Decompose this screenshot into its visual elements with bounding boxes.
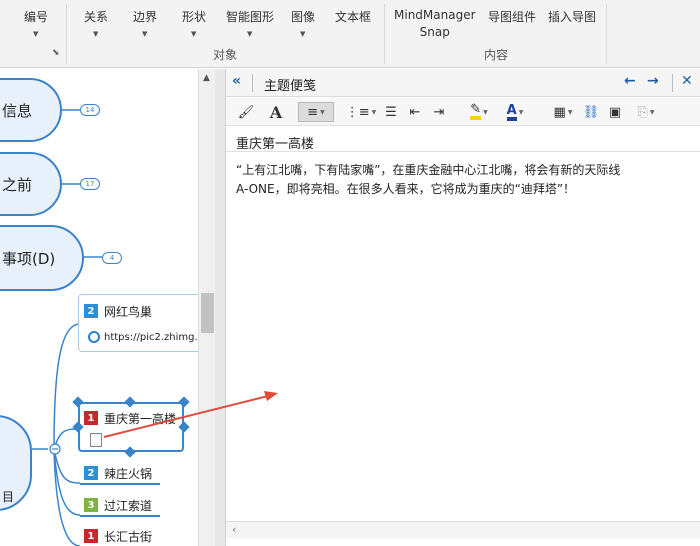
font-color-icon[interactable]: A ▼ [500, 102, 530, 122]
map-parts-button[interactable]: 导图组件 [488, 8, 536, 25]
map-topic-before[interactable]: 之前 [0, 152, 62, 216]
next-note-icon[interactable]: → [647, 73, 659, 89]
insert-image-icon[interactable]: ▣ [606, 102, 624, 122]
numbering-button[interactable]: 编号 ▼ [24, 8, 48, 38]
note-title[interactable]: 重庆第一高楼 [236, 133, 314, 152]
group-launcher-icon[interactable]: ⬊ [52, 48, 60, 58]
scroll-up-icon[interactable]: ▲ [203, 73, 210, 83]
previous-note-icon[interactable]: ← [624, 73, 636, 89]
priority-2-icon: 2 [84, 466, 98, 480]
note-body[interactable]: “上有江北嘴，下有陆家嘴”，在重庆金融中心江北嘴，将会有新的天际线 A-ONE，… [236, 161, 691, 199]
align-dropdown[interactable]: ≡ ▼ [298, 102, 334, 122]
note-line: A-ONE，即将亮相。在很多人看来，它将成为重庆的“迪拜塔”！ [236, 182, 576, 196]
priority-1-icon: 1 [84, 411, 98, 425]
count-badge[interactable]: 14 [80, 104, 100, 116]
relation-button[interactable]: 关系 ▼ [84, 8, 108, 38]
topic-hyperlink[interactable]: https://pic2.zhimg.c [88, 327, 198, 347]
mindmanager-snap-button[interactable]: MindManager Snap [394, 8, 476, 39]
shape-button[interactable]: 形状 ▼ [182, 8, 206, 38]
count-badge[interactable]: 4 [102, 252, 122, 264]
topic-chongqing-tallest[interactable]: 1 重庆第一高楼 [84, 408, 176, 428]
ribbon: 编号 ▼ ⬊ 关系 ▼ 边界 ▼ 形状 ▼ 智能图形 ▼ 图像 ▼ 文本框 对象 MindM… [0, 0, 700, 68]
topic-wanghong-niaochao[interactable]: 2 网红鸟巢 [84, 301, 152, 321]
scrollbar-thumb[interactable] [201, 293, 214, 333]
panel-splitter[interactable] [215, 69, 225, 546]
topic-hotpot[interactable]: 2 辣庄火锅 [84, 463, 152, 483]
close-panel-icon[interactable]: ✕ [681, 73, 693, 89]
numbered-list-icon[interactable]: ⋮≡ ▼ [346, 102, 377, 122]
note-icon[interactable] [90, 433, 102, 447]
canvas-vertical-scrollbar[interactable]: ▲ [198, 69, 215, 546]
bullet-list-icon[interactable]: ☰ [382, 102, 400, 122]
collapse-panel-icon[interactable]: « [232, 73, 241, 89]
smart-shape-button[interactable]: 智能图形 ▼ [226, 8, 274, 38]
group-label-content: 内容 [484, 48, 509, 62]
boundary-button[interactable]: 边界 ▼ [133, 8, 157, 38]
insert-object-icon[interactable]: ⎘ ▼ [632, 102, 660, 122]
scroll-left-icon[interactable]: ‹ [232, 523, 236, 536]
increase-indent-icon[interactable]: ⇥ [430, 102, 448, 122]
note-horizontal-scrollbar[interactable]: ‹ [226, 521, 700, 538]
mindmap-canvas[interactable]: 信息 14 之前 17 事项(D) 4 目 2 网红鸟巢 https://pic… [0, 69, 198, 546]
priority-2-icon: 2 [84, 304, 98, 318]
notes-panel-title: 主题便笺 [264, 79, 317, 94]
count-badge[interactable]: 17 [80, 178, 100, 190]
notes-panel: « 主题便笺 ← → ✕ 🖌 A ≡ ▼ ⋮≡ ▼ ☰ ⇤ ⇥ ✎ ▼ A ▼ ▦ ▼ ⛓… [225, 69, 700, 546]
topic-old-street[interactable]: 1 长汇古街 [84, 526, 152, 546]
note-line: “上有江北嘴，下有陆家嘴”，在重庆金融中心江北嘴，将会有新的天际线 [236, 163, 621, 177]
format-painter-icon[interactable]: 🖌 [236, 102, 256, 122]
image-button[interactable]: 图像 ▼ [291, 8, 315, 38]
insert-map-button[interactable]: 插入导图 [548, 8, 596, 25]
map-topic-items[interactable]: 事项(D) [0, 225, 84, 291]
link-icon[interactable]: ⛓ [582, 102, 600, 122]
priority-3-icon: 3 [84, 498, 98, 512]
ie-link-icon [88, 331, 100, 343]
textbox-button[interactable]: 文本框 [335, 8, 371, 25]
topic-cableway[interactable]: 3 过江索道 [84, 495, 152, 515]
notes-panel-header: « 主题便笺 ← → ✕ [226, 69, 700, 97]
group-label-objects: 对象 [213, 48, 238, 62]
decrease-indent-icon[interactable]: ⇤ [406, 102, 424, 122]
priority-1-icon: 1 [84, 529, 98, 543]
note-format-toolbar: 🖌 A ≡ ▼ ⋮≡ ▼ ☰ ⇤ ⇥ ✎ ▼ A ▼ ▦ ▼ ⛓ ▣ ⎘ ▼ [226, 98, 700, 126]
font-icon[interactable]: A [266, 102, 286, 122]
highlight-color-icon[interactable]: ✎ ▼ [464, 102, 494, 122]
table-icon[interactable]: ▦ ▼ [548, 102, 578, 122]
map-topic-info[interactable]: 信息 [0, 78, 62, 142]
